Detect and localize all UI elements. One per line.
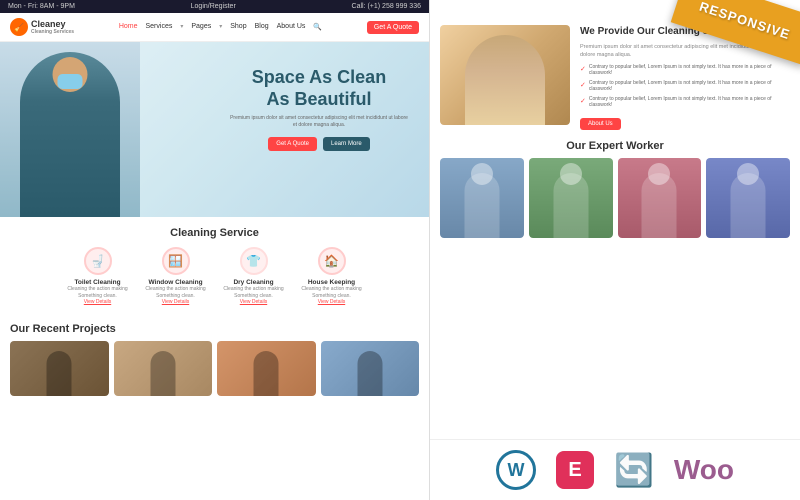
bottom-logos: W E 🔄 Woo [430,439,800,500]
workers-grid [440,158,790,238]
service-photo-person [465,35,545,125]
woo-text: Woo [674,454,734,486]
responsive-text: RESPONSIVE [698,0,793,42]
nav-about[interactable]: About Us [277,23,306,31]
hero-buttons: Get A Quote Learn More [229,137,409,151]
right-content: We Provide Our Cleaning Service Premium … [430,0,800,318]
hero-learn-button[interactable]: Learn More [323,137,370,151]
worker-figure-2 [553,173,588,238]
house-icon: 🏠 [318,247,346,275]
logo: 🧹 Cleaney Cleaning Services [10,18,74,36]
main-container: Mon - Fri: 8AM - 9PM Login/Register Call… [0,0,800,500]
project-figure-2 [150,351,175,396]
nav-shop[interactable]: Shop [230,23,246,31]
elementor-logo: E [556,451,594,489]
hero-quote-button[interactable]: Get A Quote [268,137,317,151]
project-figure-4 [357,351,382,396]
navigation: 🧹 Cleaney Cleaning Services Home Service… [0,13,429,42]
right-panel: RESPONSIVE We Provide Our Cleaning Servi… [430,0,800,500]
hero-description: Premium ipsum dolor sit amet consectetur… [229,115,409,129]
check-3: ✓ Contrary to popular belief, Lorem Ipsu… [580,96,790,109]
project-grid [10,341,419,396]
dry-desc: Cleaning the action making Something cle… [219,286,289,299]
dry-icon: 👕 [240,247,268,275]
check-text-1: Contrary to popular belief, Lorem Ipsum … [589,64,790,77]
house-title: House Keeping [297,279,367,286]
elementor-e: E [568,459,581,482]
services-title: Cleaning Service [10,227,419,239]
worker-3 [618,158,702,238]
search-icon[interactable]: 🔍 [313,23,322,31]
hours-text: Mon - Fri: 8AM - 9PM [8,3,75,10]
expert-title: Our Expert Worker [440,140,790,152]
person-silhouette [20,52,120,217]
recent-title: Our Recent Projects [10,323,419,335]
nav-services[interactable]: Services [146,23,173,31]
worker-2 [529,158,613,238]
hero-title: Space As Clean As Beautiful [229,67,409,110]
check-text-3: Contrary to popular belief, Lorem Ipsum … [589,96,790,109]
toilet-icon: 🚽 [84,247,112,275]
nav-pages[interactable]: Pages [191,23,211,31]
worker-1 [440,158,524,238]
service-grid: 🚽 Toilet Cleaning Cleaning the action ma… [10,247,419,305]
left-panel: Mon - Fri: 8AM - 9PM Login/Register Call… [0,0,430,500]
worker-figure-4 [731,173,766,238]
house-link[interactable]: View Details [297,299,367,305]
window-link[interactable]: View Details [141,299,211,305]
logo-icon: 🧹 [10,18,28,36]
check-icon-3: ✓ [580,97,586,105]
check-1: ✓ Contrary to popular belief, Lorem Ipsu… [580,64,790,77]
service-photo [440,25,570,125]
person-mask [58,74,83,89]
check-2: ✓ Contrary to popular belief, Lorem Ipsu… [580,80,790,93]
toilet-title: Toilet Cleaning [63,279,133,286]
toilet-desc: Cleaning the action making Something cle… [63,286,133,299]
dry-link[interactable]: View Details [219,299,289,305]
worker-figure-3 [642,173,677,238]
project-1 [10,341,109,396]
service-dry: 👕 Dry Cleaning Cleaning the action makin… [219,247,289,305]
worker-figure-1 [464,173,499,238]
window-desc: Cleaning the action making Something cle… [141,286,211,299]
house-desc: Cleaning the action making Something cle… [297,286,367,299]
project-3 [217,341,316,396]
window-title: Window Cleaning [141,279,211,286]
toilet-link[interactable]: View Details [63,299,133,305]
project-figure-3 [254,351,279,396]
top-bar: Mon - Fri: 8AM - 9PM Login/Register Call… [0,0,429,13]
project-2 [114,341,213,396]
nav-blog[interactable]: Blog [255,23,269,31]
recent-projects-section: Our Recent Projects [0,315,429,401]
check-icon-2: ✓ [580,81,586,89]
refresh-icon: 🔄 [614,451,654,489]
about-button[interactable]: About Us [580,118,621,130]
window-icon: 🪟 [162,247,190,275]
worker-4 [706,158,790,238]
service-house: 🏠 House Keeping Cleaning the action maki… [297,247,367,305]
phone-text: Call: (+1) 258 999 336 [352,3,421,10]
logo-text: Cleaney Cleaning Services [31,19,74,35]
nav-links: Home Services ▾ Pages ▾ Shop Blog About … [119,23,322,31]
nav-cta-button[interactable]: Get A Quote [367,21,419,34]
hero-section: Space As Clean As Beautiful Premium ipsu… [0,42,429,217]
check-icon-1: ✓ [580,65,586,73]
services-section: Cleaning Service 🚽 Toilet Cleaning Clean… [0,217,429,315]
expert-section: Our Expert Worker [440,140,790,238]
login-text[interactable]: Login/Register [191,3,236,10]
project-figure-1 [47,351,72,396]
hero-text: Space As Clean As Beautiful Premium ipsu… [229,67,409,151]
dry-title: Dry Cleaning [219,279,289,286]
hero-person-image [0,42,140,217]
service-window: 🪟 Window Cleaning Cleaning the action ma… [141,247,211,305]
refresh-logo: 🔄 [614,451,654,489]
wordpress-logo: W [496,450,536,490]
check-text-2: Contrary to popular belief, Lorem Ipsum … [589,80,790,93]
nav-home[interactable]: Home [119,23,138,31]
project-4 [321,341,420,396]
service-toilet: 🚽 Toilet Cleaning Cleaning the action ma… [63,247,133,305]
